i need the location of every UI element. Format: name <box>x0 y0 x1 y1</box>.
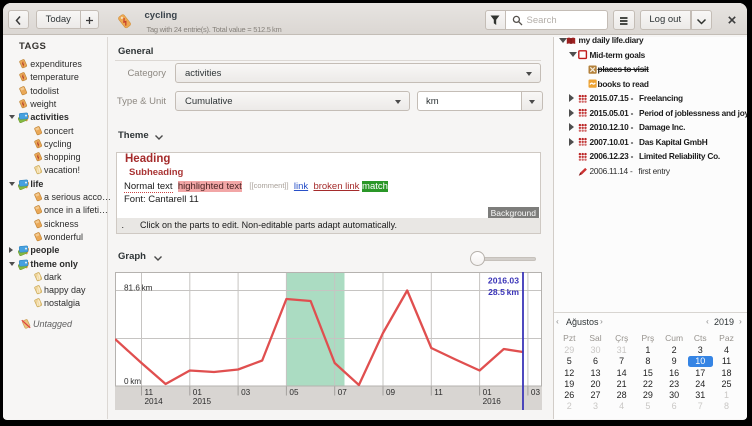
svg-text:01: 01 <box>483 388 493 397</box>
svg-text:01: 01 <box>193 388 203 397</box>
svg-text:03: 03 <box>531 388 541 397</box>
svg-text:03: 03 <box>241 388 251 397</box>
svg-text:2014: 2014 <box>145 397 164 406</box>
svg-text:2016.03: 2016.03 <box>488 276 519 286</box>
svg-text:11: 11 <box>145 388 154 397</box>
svg-text:05: 05 <box>289 388 299 397</box>
svg-text:28.5 km: 28.5 km <box>488 287 519 297</box>
svg-text:07: 07 <box>338 388 348 397</box>
svg-text:2016: 2016 <box>483 397 502 406</box>
svg-text:0 km: 0 km <box>124 377 141 386</box>
svg-text:09: 09 <box>386 388 396 397</box>
svg-text:11: 11 <box>434 388 443 397</box>
svg-text:2015: 2015 <box>193 397 212 406</box>
svg-text:81.6 km: 81.6 km <box>124 284 153 293</box>
